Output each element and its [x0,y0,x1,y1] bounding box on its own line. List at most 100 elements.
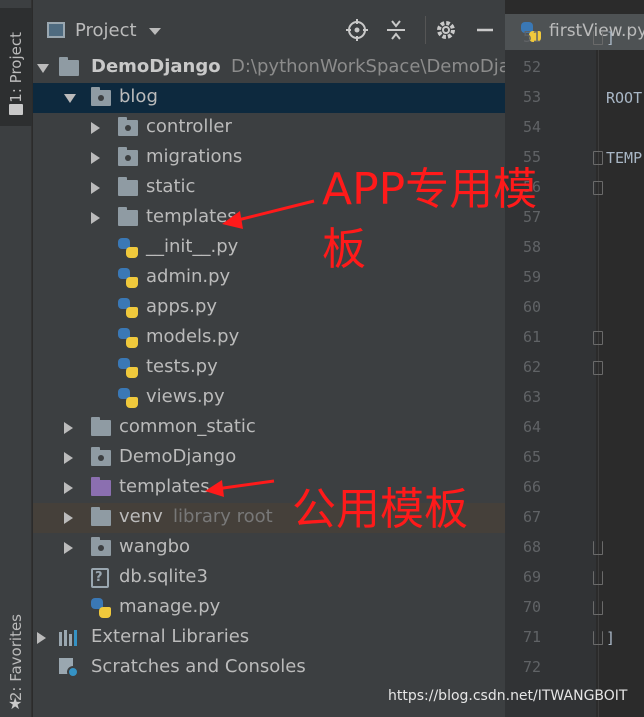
expand-chevron-right-icon[interactable] [64,482,73,494]
package-folder-icon [91,537,111,556]
code-line: TEMP [606,149,643,167]
tree-row[interactable]: wangbo [33,533,505,563]
gear-icon[interactable] [434,18,458,42]
code-line: ROOT [606,89,643,107]
expand-chevron-right-icon[interactable] [64,422,73,434]
tree-row[interactable]: apps.py [33,293,505,323]
line-number: 65 [523,448,542,466]
tree-row-label: admin.py [146,266,231,287]
tree-row-label: DemoDjango [119,446,237,467]
line-number: 61 [523,328,542,346]
folder-icon [91,417,111,436]
project-panel: Project DemoDjango D:\pythonWorkSpace\Dem… [33,0,521,717]
library-root-hint: library root [173,506,273,527]
expand-chevron-right-icon[interactable] [64,512,73,524]
tree-row-label: __init__.py [146,236,239,257]
tree-row[interactable]: External Libraries [33,623,505,653]
fold-marker-icon[interactable] [593,631,603,645]
package-folder-icon [118,147,138,166]
tree-row-label: migrations [146,146,243,167]
tree-row[interactable]: models.py [33,323,505,353]
expand-chevron-down-icon[interactable] [64,94,76,103]
annotation-app-templates-line1: APP专用模 [322,164,538,215]
locate-target-icon[interactable] [345,18,369,42]
line-number: 53 [523,88,542,106]
fold-marker-icon[interactable] [593,31,603,45]
expand-chevron-right-icon[interactable] [64,542,73,554]
python-file-icon [118,298,138,318]
tree-row[interactable]: views.py [33,383,505,413]
tree-row-label: db.sqlite3 [119,566,208,587]
expand-chevron-right-icon[interactable] [91,212,100,224]
collapse-all-icon[interactable] [384,18,408,42]
expand-chevron-right-icon[interactable] [91,122,100,134]
tree-row[interactable]: Scratches and Consoles [33,653,505,683]
tree-row[interactable]: common_static [33,413,505,443]
annotation-common-templates: 公用模板 [292,484,468,535]
python-file-icon [118,358,138,378]
fold-marker-icon[interactable] [593,571,603,585]
tree-row[interactable]: controller [33,113,505,143]
tree-row-label: wangbo [119,536,191,557]
package-folder-icon [91,447,111,466]
python-file-icon [118,268,138,288]
code-line: ] [606,629,616,647]
line-number: 69 [523,568,542,586]
python-file-icon [118,238,138,258]
expand-chevron-right-icon[interactable] [37,632,46,644]
tree-row-label: manage.py [119,596,221,617]
tree-row-label: tests.py [146,356,218,377]
tree-row-label: controller [146,116,232,137]
tree-row-label: views.py [146,386,225,407]
expand-chevron-down-icon[interactable] [37,64,49,73]
fold-marker-icon[interactable] [593,601,603,615]
tree-row[interactable]: DemoDjango [33,443,505,473]
watermark: https://blog.csdn.net/ITWANGBOIT [388,688,628,704]
tree-row-label: External Libraries [91,626,250,647]
unknown-file-icon: ? [91,568,109,588]
python-file-icon [91,598,111,618]
favorites-star-icon: ★ [8,694,23,713]
expand-chevron-right-icon[interactable] [91,152,100,164]
tree-row[interactable]: blog [33,83,505,113]
tree-row[interactable]: DemoDjango D:\pythonWorkSpace\DemoDjan [33,53,521,83]
fold-marker-icon[interactable] [593,541,603,555]
tree-row[interactable]: __init__.py [33,233,505,263]
line-number: 71 [523,628,542,646]
line-number-gutter: 51 52 53 54 55 56 57 58 59 60 61 62 63 64 65 66 67 68 69 70… [505,28,596,717]
annotation-app-templates-line2: 板 [322,224,366,275]
fold-marker-icon[interactable] [593,331,603,345]
fold-marker-icon[interactable] [593,181,603,195]
expand-chevron-right-icon[interactable] [91,182,100,194]
line-number: 66 [523,478,542,496]
fold-marker-icon[interactable] [593,361,603,375]
line-number: 52 [523,58,542,76]
libraries-icon [59,630,81,646]
expand-chevron-right-icon[interactable] [64,452,73,464]
line-number: 60 [523,298,542,316]
line-number: 68 [523,538,542,556]
line-number: 67 [523,508,542,526]
favorites-tool-tab-label: 2: Favorites [7,613,25,702]
line-number: 62 [523,358,542,376]
view-dropdown-chevron-down-icon[interactable] [149,28,161,35]
tree-row[interactable]: manage.py [33,593,505,623]
folder-icon [118,207,138,226]
tree-row-label: DemoDjango [91,56,221,77]
hide-panel-minus-icon[interactable] [473,18,497,42]
python-file-icon [118,328,138,348]
tree-row[interactable]: admin.py [33,263,505,293]
line-number: 64 [523,418,542,436]
tree-row-label: Scratches and Consoles [91,656,306,677]
folder-icon [118,177,138,196]
tree-row[interactable]: ? db.sqlite3 [33,563,505,593]
tree-row[interactable]: tests.py [33,353,505,383]
package-folder-icon [91,87,111,106]
left-tool-strip: 1: Project 2: Favorites ★ [0,0,32,717]
tree-row-label: venv [119,506,163,527]
line-number: 51 [523,28,542,46]
tree-row-label: static [146,176,196,197]
fold-marker-icon[interactable] [593,151,603,165]
scratches-icon [59,658,79,678]
project-view-title[interactable]: Project [75,20,137,41]
